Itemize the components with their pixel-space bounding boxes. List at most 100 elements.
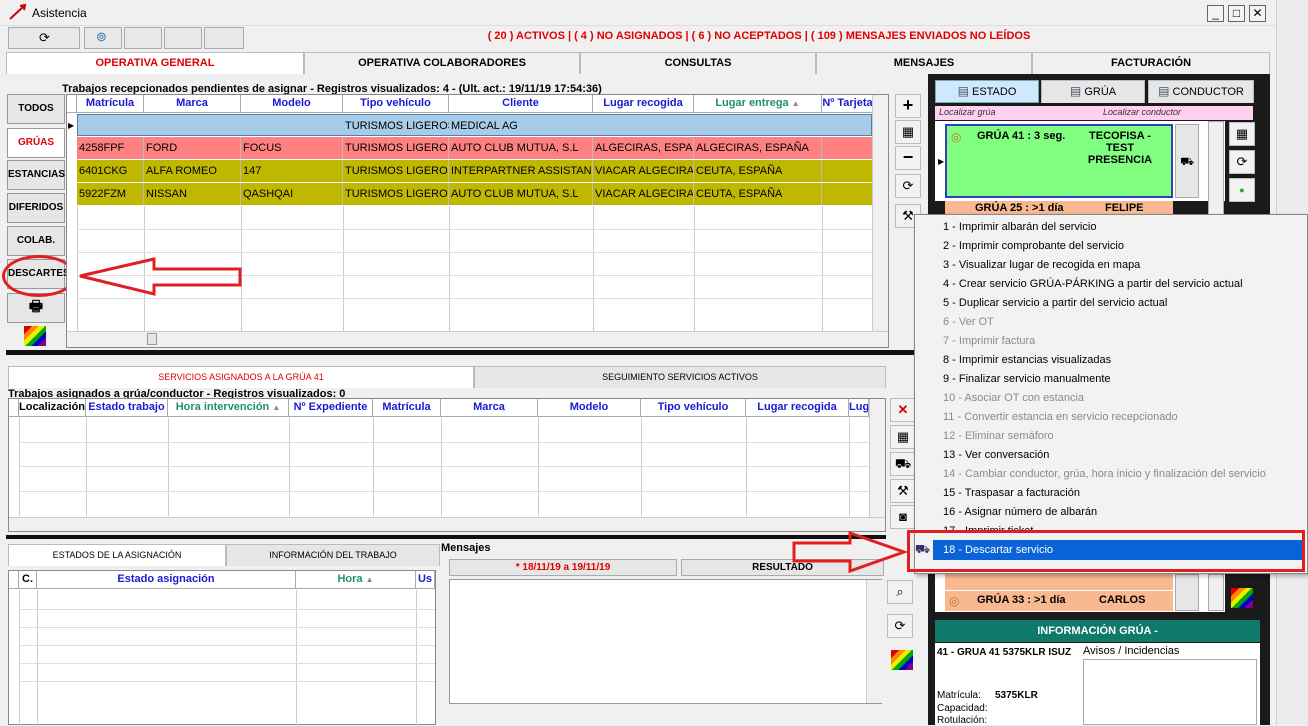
card-grua-41[interactable]: ◎ GRÚA 41 : 3 seg. TECOFISA - TEST PRESE… [945,124,1173,198]
menu-item-3[interactable]: 3 - Visualizar lugar de recogida en mapa [943,256,1140,275]
delete-x-icon: ✕ [897,402,909,417]
tab-consultas[interactable]: CONSULTAS [580,52,816,74]
tab-operativa-colaboradores[interactable]: OPERATIVA COLABORADORES [304,52,580,74]
col-hora-intervencion[interactable]: Hora intervención ▲ [168,399,289,417]
tab-conductor[interactable]: ▤ CONDUCTOR [1148,80,1254,103]
filter-diferidos-button[interactable]: DIFERIDOS [7,193,65,223]
col-cliente[interactable]: Cliente [449,95,593,113]
card-action-button[interactable] [1175,574,1199,611]
col-marca[interactable]: Marca [441,399,538,417]
toolbar-blank-1[interactable] [124,27,162,49]
col-marca[interactable]: Marca [144,95,241,113]
calendar3-button[interactable]: ▦ [1229,122,1255,146]
menu-item-8[interactable]: 8 - Imprimir estancias visualizadas [943,351,1111,370]
cards-vscroll-bottom[interactable] [1208,574,1224,611]
col-estado-asignacion[interactable]: Estado asignación [37,571,296,589]
localizar-grua-input[interactable]: Localizar grúa [939,107,996,117]
assigned-vscroll[interactable] [869,399,885,517]
refresh-button[interactable]: ⟳ [895,174,921,198]
remove-button[interactable]: − [895,146,921,170]
toolbar-blank-3[interactable] [204,27,244,49]
cell-entrega: ALGECIRAS, ESPAÑA [694,137,822,159]
tab-servicios-asignados[interactable]: SERVICIOS ASIGNADOS A LA GRÚA 41 [8,366,474,388]
table-row[interactable]: TURISMOS LIGEROS MEDICAL AG [77,114,872,136]
card-grua-33[interactable]: ◎ GRÚA 33 : >1 día CARLOS [945,591,1173,611]
col-modelo[interactable]: Modelo [538,399,641,417]
tab-estado[interactable]: ▤ ESTADO [935,80,1039,103]
assigned-hscroll[interactable] [9,517,885,531]
messages-panel[interactable] [449,579,882,704]
pending-hscroll[interactable] [67,331,888,347]
filter-estancias-button[interactable]: ESTANCIAS [7,160,65,190]
add-button[interactable]: + [895,94,921,118]
pending-vscroll[interactable] [872,95,888,331]
col-hora[interactable]: Hora ▲ [296,571,416,589]
green-status-button[interactable]: ● [1229,178,1255,202]
maximize-button[interactable]: □ [1228,5,1245,22]
filter-gruas-button[interactable]: GRÚAS [7,128,65,158]
col-lugar-entrega[interactable]: Lugar entrega ▲ [694,95,822,113]
menu-item-15[interactable]: 15 - Traspasar a facturación [943,484,1080,503]
menu-item-5[interactable]: 5 - Duplicar servicio a partir del servi… [943,294,1167,313]
filter-todos-button[interactable]: TODOS [7,94,65,124]
hscroll-thumb[interactable] [147,333,157,345]
table-row[interactable]: 5922FZM NISSAN QASHQAI TURISMOS LIGEROS … [77,183,872,205]
refresh3-button[interactable]: ⟳ [1229,150,1255,174]
col-num-tarjeta[interactable]: Nº Tarjeta [822,95,874,113]
calendar2-button[interactable]: ▦ [890,425,916,449]
col-estado-trabajo[interactable]: Estado trabajo [86,399,168,417]
print-button[interactable]: 🖶 [7,293,65,323]
menu-item-16[interactable]: 16 - Asignar número de albarán [943,503,1097,522]
tools2-button[interactable]: ⚒ [890,479,916,503]
camera-button[interactable]: ◙ [890,505,916,529]
radio-button[interactable]: ⊚ [84,27,122,49]
col-matricula[interactable]: Matrícula [373,399,441,417]
truck-button[interactable]: ⛟ [890,452,916,476]
refresh-doc-button[interactable]: ⟳ [8,27,80,49]
refresh-messages-button[interactable]: ⟳ [887,614,913,638]
col-localizacion[interactable]: Localización [19,399,86,417]
tab-seguimiento[interactable]: SEGUIMIENTO SERVICIOS ACTIVOS [474,366,886,388]
col-tipo-vehiculo[interactable]: Tipo vehículo [641,399,746,417]
tab-facturacion[interactable]: FACTURACIÓN [1032,52,1270,74]
card-grua-25[interactable]: GRÚA 25 : >1 día FELIPE [945,201,1173,215]
color-legend-icon[interactable] [24,326,46,346]
delete-button[interactable]: ✕ [890,398,916,422]
tab-operativa-general[interactable]: OPERATIVA GENERAL [6,52,304,74]
col-modelo[interactable]: Modelo [241,95,343,113]
col-lugar-recogida[interactable]: Lugar recogida [746,399,849,417]
col-tipo-vehiculo[interactable]: Tipo vehículo [343,95,449,113]
highlight-box-descartar [907,530,1305,572]
filter-colab-button[interactable]: COLAB. [7,226,65,256]
card-action-button[interactable]: ⛟ [1175,124,1199,198]
tab-informacion-trabajo[interactable]: INFORMACIÓN DEL TRABAJO [226,544,440,566]
table-row[interactable]: 6401CKG ALFA ROMEO 147 TURISMOS LIGEROS … [77,160,872,182]
col-us[interactable]: Us [416,571,435,589]
color-legend-icon[interactable] [1231,588,1253,608]
minimize-button[interactable]: _ [1207,5,1224,22]
col-c[interactable]: C. [19,571,37,589]
toolbar-blank-2[interactable] [164,27,202,49]
close-button[interactable]: ✕ [1249,5,1266,22]
menu-item-9[interactable]: 9 - Finalizar servicio manualmente [943,370,1111,389]
search-messages-button[interactable]: ⌕ [887,580,913,604]
messages-date-range[interactable]: * 18/11/19 a 19/11/19 [449,559,677,576]
table-row[interactable]: 4258FPF FORD FOCUS TURISMOS LIGEROS AUTO… [77,137,872,159]
menu-item-1[interactable]: 1 - Imprimir albarán del servicio [943,218,1096,237]
menu-item-4[interactable]: 4 - Crear servicio GRÚA-PÁRKING a partir… [943,275,1243,294]
color-legend-icon[interactable] [891,650,913,670]
localizar-conductor-input[interactable]: Localizar conductor [1103,107,1181,117]
messages-vscroll[interactable] [866,580,882,703]
cards-vscroll[interactable] [1208,121,1224,215]
col-num-expediente[interactable]: Nº Expediente [289,399,373,417]
col-lugar-recogida[interactable]: Lugar recogida [593,95,694,113]
calendar-button[interactable]: ▦ [895,120,921,144]
avisos-textarea[interactable] [1083,659,1257,725]
menu-item-2[interactable]: 2 - Imprimir comprobante del servicio [943,237,1124,256]
col-matricula[interactable]: Matrícula [77,95,144,113]
tab-grua[interactable]: ▤ GRÚA [1041,80,1145,103]
menu-item-13[interactable]: 13 - Ver conversación [943,446,1049,465]
col-lugar[interactable]: Lug [849,399,869,417]
tab-estados-asignacion[interactable]: ESTADOS DE LA ASIGNACIÓN [8,544,226,566]
tab-mensajes[interactable]: MENSAJES [816,52,1032,74]
